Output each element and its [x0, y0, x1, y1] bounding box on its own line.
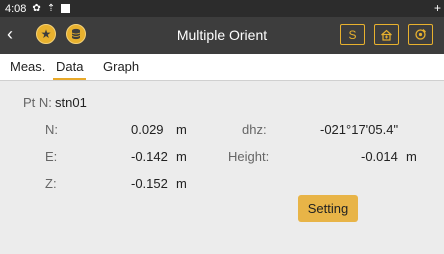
- database-icon[interactable]: [66, 24, 86, 44]
- home-button[interactable]: [374, 24, 399, 45]
- plus-icon: +: [433, 1, 441, 15]
- dhz-label: dhz:: [242, 122, 267, 137]
- s-button[interactable]: S: [340, 24, 365, 45]
- height-value: -0.014: [361, 149, 398, 164]
- back-arrow-icon[interactable]: ‹: [7, 24, 13, 44]
- dhz-value: -021°17'05.4": [320, 122, 399, 137]
- e-label: E:: [45, 149, 58, 164]
- clock: 4:08: [5, 2, 27, 15]
- z-value: -0.152: [131, 176, 168, 191]
- app-bar: Multiple Orient ‹ ★ S: [0, 17, 444, 54]
- tab-meas[interactable]: Meas.: [10, 54, 45, 80]
- target-icon: [415, 29, 426, 40]
- setting-button[interactable]: Setting: [298, 195, 358, 222]
- target-button[interactable]: [408, 24, 433, 45]
- z-unit: m: [176, 176, 187, 191]
- n-label: N:: [45, 122, 58, 137]
- tab-graph[interactable]: Graph: [103, 54, 139, 80]
- home-icon: [381, 29, 392, 41]
- star-icon[interactable]: ★: [36, 24, 56, 44]
- point-name-label: Pt N:: [23, 95, 52, 110]
- status-bar: 4:08 ✿ ⇡ +: [0, 0, 444, 17]
- z-label: Z:: [45, 176, 57, 191]
- upload-icon: ⇡: [46, 3, 56, 14]
- height-label: Height:: [228, 149, 270, 164]
- settings-gear-icon: ✿: [32, 3, 41, 14]
- height-unit: m: [406, 149, 417, 164]
- point-name-value: stn01: [55, 95, 87, 110]
- n-unit: m: [176, 122, 187, 137]
- tab-bar: Meas. Data Graph: [0, 54, 444, 81]
- n-value: 0.029: [131, 122, 164, 137]
- notification-icon: [61, 4, 71, 13]
- e-value: -0.142: [131, 149, 168, 164]
- tab-data[interactable]: Data: [53, 54, 87, 80]
- database-glyph: [71, 28, 81, 40]
- e-unit: m: [176, 149, 187, 164]
